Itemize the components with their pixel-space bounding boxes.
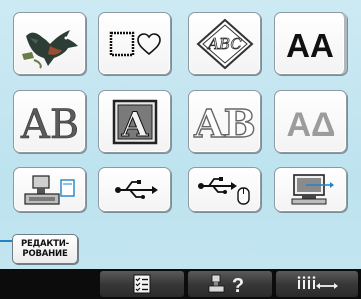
edit-marker-line — [0, 240, 12, 242]
usb-icon — [114, 179, 158, 199]
machine-memory-button[interactable] — [13, 167, 86, 212]
edit-button[interactable]: РЕДАКТИ- РОВАНИЕ — [12, 234, 78, 264]
frame-shapes-icon — [109, 31, 161, 56]
svg-text:AB: AB — [19, 102, 78, 148]
usb-button[interactable] — [98, 167, 171, 212]
monogram-text: ABC — [206, 35, 242, 53]
screen: ABC AA AB A AB AΔ РЕДАКТИ- РОВАНИЕ ? — [0, 0, 361, 299]
edit-button-line1: РЕДАКТИ- — [21, 239, 69, 249]
decorative-letter-icon: A — [112, 99, 157, 145]
alphabet-font-icon: AA — [286, 27, 334, 64]
help-icon: ? — [208, 274, 244, 296]
svg-text:AB: AB — [193, 101, 256, 146]
edit-button-line2: РОВАНИЕ — [22, 249, 68, 259]
monogram-button[interactable]: ABC — [188, 12, 261, 75]
alphabet-font-button[interactable]: AA — [274, 12, 347, 75]
monogram-abc-icon: ABC — [195, 18, 254, 69]
settings-list-icon — [133, 274, 151, 294]
decorative-letter-button[interactable]: A — [98, 90, 171, 153]
help-button[interactable]: ? — [188, 271, 272, 297]
svg-text:AΔ: AΔ — [286, 106, 335, 144]
pattern-embroidery-button[interactable] — [13, 12, 86, 75]
usb-mouse-icon — [197, 176, 250, 205]
computer-link-button[interactable] — [274, 167, 347, 212]
thread-length-icon — [297, 276, 338, 289]
svg-text:A: A — [120, 105, 148, 145]
outline-alphabet-icon: AB — [192, 100, 256, 146]
help-text: ? — [232, 275, 244, 296]
greek-alphabet-button[interactable]: AΔ — [274, 90, 347, 153]
thread-length-button[interactable] — [276, 271, 358, 297]
computer-link-icon — [291, 173, 334, 204]
greek-alphabet-icon: AΔ — [286, 106, 335, 144]
bird-pattern-icon — [21, 29, 78, 69]
settings-button[interactable] — [100, 271, 184, 297]
floral-alphabet-icon: AB — [19, 101, 79, 148]
frame-shapes-button[interactable] — [98, 12, 171, 75]
machine-memory-icon — [23, 174, 75, 205]
usb-mouse-button[interactable] — [188, 167, 261, 212]
floral-alphabet-button[interactable]: AB — [13, 90, 86, 153]
outline-alphabet-button[interactable]: AB — [188, 90, 261, 153]
svg-text:AA: AA — [286, 27, 334, 64]
